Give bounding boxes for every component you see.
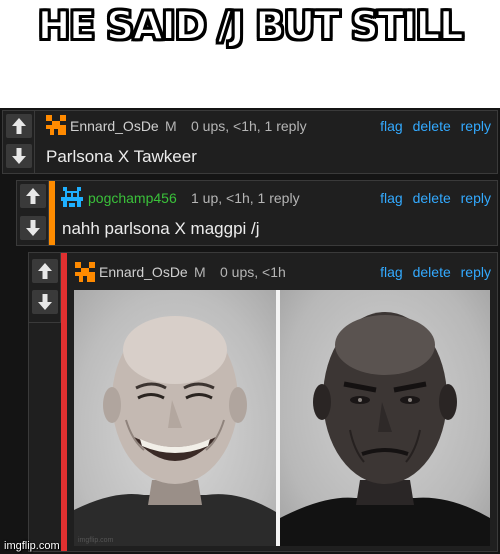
comment-actions: flag delete reply bbox=[374, 264, 491, 280]
vote-column bbox=[3, 111, 35, 173]
username-link[interactable]: Ennard_OsDe bbox=[99, 264, 188, 280]
username-link[interactable]: pogchamp456 bbox=[88, 190, 177, 206]
smiling-man-panel: imgflip.com bbox=[74, 290, 276, 546]
reply-link[interactable]: reply bbox=[461, 118, 491, 134]
vote-column bbox=[29, 253, 61, 323]
downvote-button[interactable] bbox=[20, 216, 46, 240]
comment-reply: pogchamp456 1 up, <1h, 1 reply flag dele… bbox=[16, 180, 498, 246]
comment-meta: 0 ups, <1h, 1 reply bbox=[191, 118, 307, 134]
delete-link[interactable]: delete bbox=[413, 264, 451, 280]
frowning-bald-man-image bbox=[280, 312, 490, 546]
reply-link[interactable]: reply bbox=[461, 190, 491, 206]
comment-actions: flag delete reply bbox=[374, 190, 491, 206]
orange-pixel-avatar-icon[interactable] bbox=[46, 115, 66, 135]
flag-link[interactable]: flag bbox=[380, 118, 403, 134]
arrow-down-icon bbox=[38, 294, 52, 310]
arrow-up-icon bbox=[26, 188, 40, 204]
reply-link[interactable]: reply bbox=[461, 264, 491, 280]
downvote-button[interactable] bbox=[32, 290, 58, 314]
reply-accent-bar bbox=[49, 181, 55, 245]
imgflip-watermark: imgflip.com bbox=[4, 540, 60, 552]
comment: Ennard_OsDe M 0 ups, <1h, 1 reply flag d… bbox=[2, 110, 498, 174]
mod-badge: M bbox=[194, 264, 206, 280]
arrow-down-icon bbox=[12, 148, 26, 164]
inner-watermark: imgflip.com bbox=[78, 537, 114, 544]
orange-pixel-avatar-icon[interactable] bbox=[75, 262, 95, 282]
upvote-button[interactable] bbox=[20, 184, 46, 208]
comment-thread: Ennard_OsDe M 0 ups, <1h, 1 reply flag d… bbox=[0, 108, 500, 554]
blue-pixel-avatar-icon[interactable] bbox=[61, 187, 83, 209]
delete-link[interactable]: delete bbox=[413, 190, 451, 206]
username-link[interactable]: Ennard_OsDe bbox=[70, 118, 159, 134]
flag-link[interactable]: flag bbox=[380, 264, 403, 280]
comment-actions: flag delete reply bbox=[374, 118, 491, 134]
frowning-man-panel bbox=[280, 290, 490, 546]
arrow-up-icon bbox=[12, 118, 26, 134]
arrow-up-icon bbox=[38, 263, 52, 279]
comment-text: nahh parlsona X maggpi /j bbox=[62, 219, 260, 238]
mod-badge: M bbox=[165, 118, 177, 134]
caption-area: HE SAID /J BUT STILL bbox=[0, 0, 500, 108]
smiling-bald-man-image bbox=[74, 316, 276, 546]
comment-meta: 1 up, <1h, 1 reply bbox=[191, 190, 300, 206]
vote-column bbox=[17, 181, 49, 245]
flag-link[interactable]: flag bbox=[380, 190, 403, 206]
meme-caption: HE SAID /J BUT STILL bbox=[37, 3, 465, 50]
comment-image[interactable]: imgflip.com bbox=[74, 290, 490, 546]
downvote-button[interactable] bbox=[6, 144, 32, 168]
delete-link[interactable]: delete bbox=[413, 118, 451, 134]
comment-meta: 0 ups, <1h bbox=[220, 264, 286, 280]
comment-text: Parlsona X Tawkeer bbox=[46, 147, 197, 166]
upvote-button[interactable] bbox=[6, 114, 32, 138]
arrow-down-icon bbox=[26, 220, 40, 236]
upvote-button[interactable] bbox=[32, 259, 58, 283]
reply-accent-bar bbox=[61, 253, 67, 551]
